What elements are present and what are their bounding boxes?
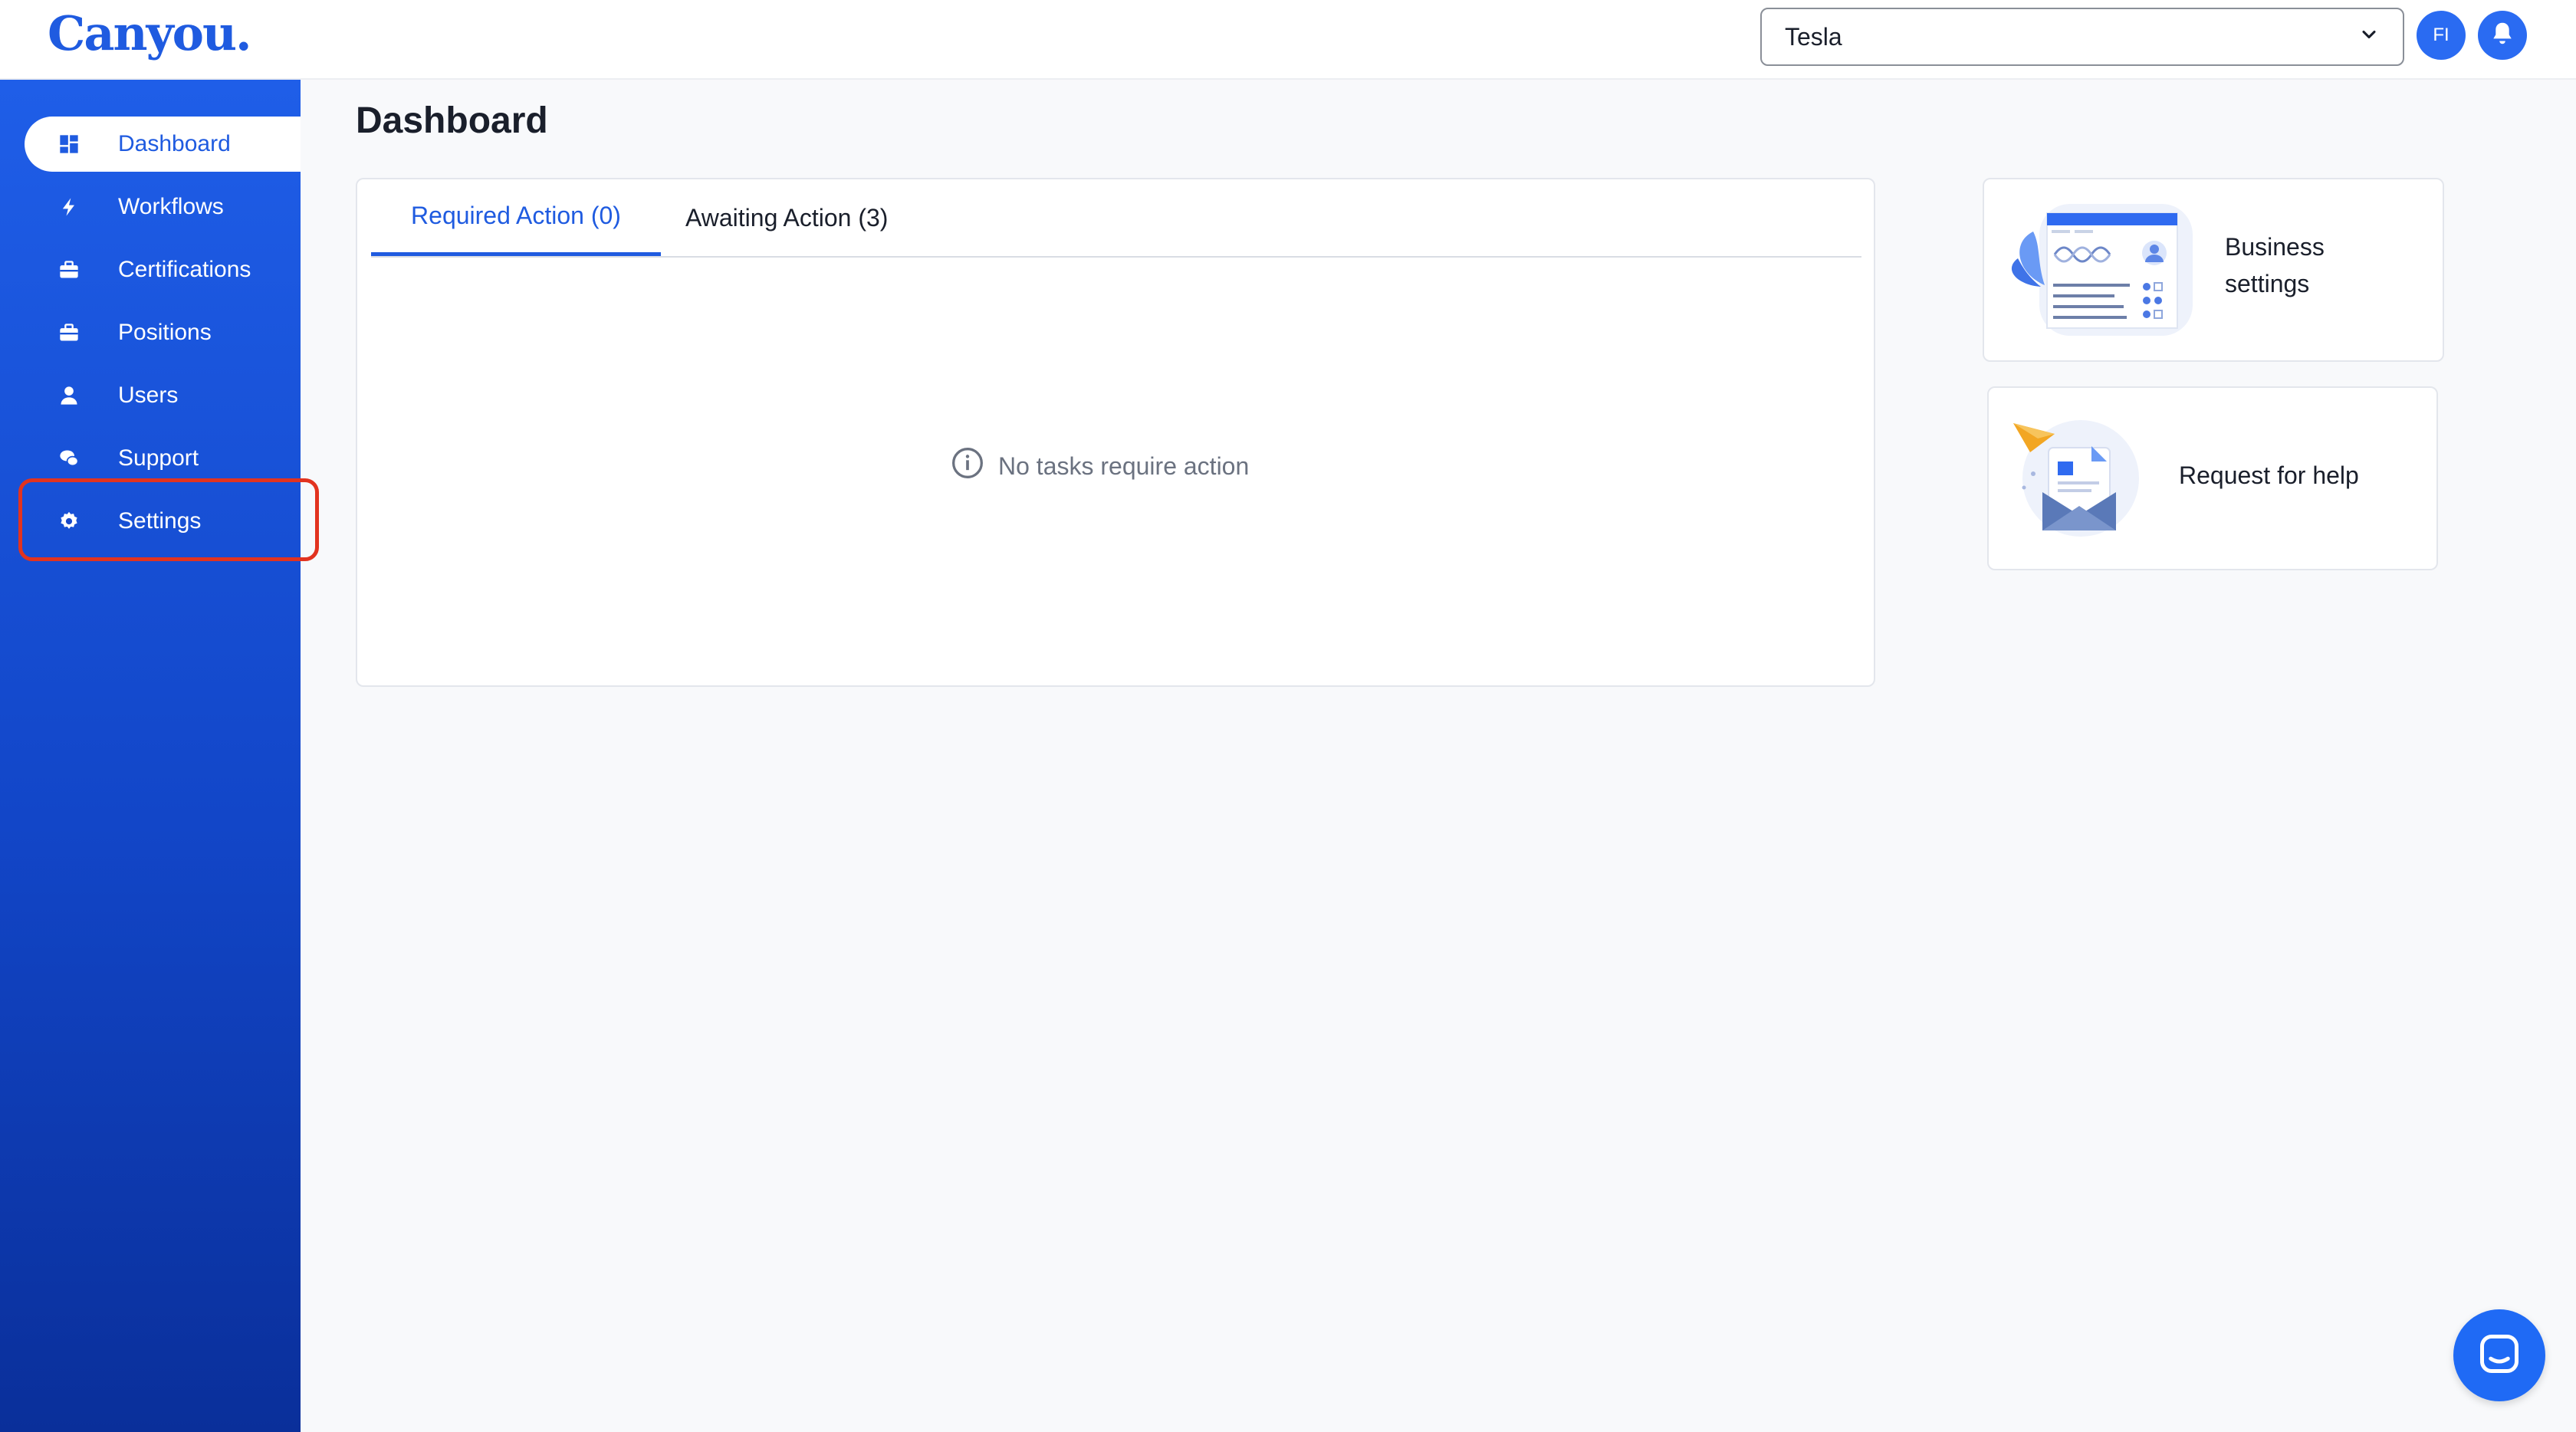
sidebar-item-workflows[interactable]: Workflows [25, 179, 301, 235]
business-settings-label-line1: Business [2225, 233, 2325, 261]
sidebar-item-label: Users [118, 383, 179, 408]
top-bar: Canyou. Tesla FI [0, 0, 2576, 80]
sidebar-item-label: Support [118, 445, 199, 471]
tab-required-action[interactable]: Required Action (0) [371, 179, 661, 256]
business-settings-label: Business settings [2225, 228, 2325, 302]
tab-label: Awaiting Action (3) [685, 203, 889, 232]
request-help-label: Request for help [2179, 461, 2359, 489]
tab-label: Required Action (0) [411, 202, 621, 229]
sidebar: Dashboard Workflows Certifications Posit… [0, 80, 301, 1432]
task-tabs: Required Action (0) Awaiting Action (3) [371, 179, 1861, 258]
page-title: Dashboard [356, 100, 548, 141]
tab-awaiting-action[interactable]: Awaiting Action (3) [685, 179, 888, 256]
user-icon [44, 385, 94, 406]
organization-select-value: Tesla [1785, 22, 1842, 51]
sidebar-item-label: Dashboard [118, 131, 231, 156]
grid-icon [44, 133, 94, 155]
sidebar-item-positions[interactable]: Positions [25, 305, 301, 360]
user-avatar[interactable]: FI [2417, 11, 2466, 60]
bell-icon [2488, 19, 2517, 52]
sidebar-item-users[interactable]: Users [25, 368, 301, 423]
business-settings-card[interactable]: Business settings [1983, 178, 2444, 362]
briefcase-icon [44, 322, 94, 343]
sidebar-item-certifications[interactable]: Certifications [25, 242, 301, 297]
request-help-card[interactable]: Request for help [1987, 386, 2438, 570]
sidebar-item-label: Workflows [118, 194, 224, 219]
chat-launcher-button[interactable] [2453, 1309, 2545, 1401]
empty-state-message: No tasks require action [998, 452, 1250, 480]
sidebar-item-label: Certifications [118, 257, 251, 282]
notifications-button[interactable] [2478, 11, 2527, 60]
chevron-down-icon [2358, 23, 2380, 51]
chat-bubble-icon [2476, 1331, 2522, 1381]
organization-select[interactable]: Tesla [1760, 8, 2404, 66]
briefcase-icon [44, 259, 94, 281]
info-icon [951, 446, 998, 486]
empty-state: No tasks require action [951, 446, 1249, 486]
business-settings-label-line2: settings [2225, 270, 2310, 297]
sidebar-item-label: Positions [118, 320, 212, 345]
app-logo[interactable]: Canyou. [48, 3, 252, 64]
avatar-initials: FI [2433, 25, 2450, 45]
tasks-card: Required Action (0) Awaiting Action (3) … [356, 178, 1875, 687]
sidebar-item-dashboard[interactable]: Dashboard [25, 117, 301, 172]
chat-icon [44, 448, 94, 469]
business-settings-illustration [2003, 201, 2194, 343]
settings-highlight-outline [18, 478, 319, 561]
bolt-icon [44, 196, 94, 218]
help-envelope-illustration [2007, 408, 2145, 550]
